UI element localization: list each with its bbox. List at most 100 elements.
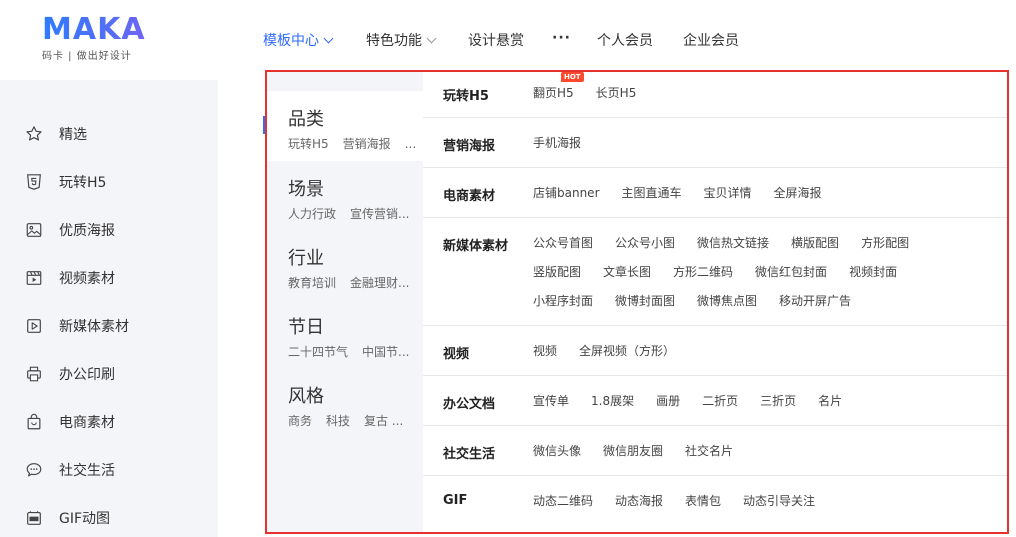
link-item[interactable]: 横版配图 xyxy=(791,234,839,251)
link-item[interactable]: 方形配图 xyxy=(861,234,909,251)
section-title: 电商素材 xyxy=(443,189,496,204)
category-style[interactable]: 风格 商务 科技 复古 ... xyxy=(267,368,423,438)
link-item[interactable]: 公众号首图 xyxy=(533,234,593,251)
category-subs: 教育培训 金融理财... xyxy=(288,274,423,291)
category-title: 节日 xyxy=(288,317,324,338)
link-item[interactable]: 微信头像 xyxy=(533,442,581,459)
category-scene[interactable]: 场景 人力行政 宣传营销... xyxy=(267,161,423,231)
shopping-bag-icon xyxy=(24,412,44,432)
link-item[interactable]: 微信朋友圈 xyxy=(603,442,663,459)
link-flip-h5[interactable]: HOT 翻页H5 xyxy=(533,72,584,101)
category-sub-link[interactable]: 商务 xyxy=(288,414,312,428)
link-item[interactable]: 三折页 xyxy=(760,392,796,409)
link-item[interactable]: 方形二维码 xyxy=(673,263,733,280)
section-h5: 玩转H5 HOT 翻页H5 长页H5 xyxy=(423,72,1007,118)
category-sub-link[interactable]: 玩转H5 xyxy=(288,137,329,151)
sidebar-item-gif[interactable]: GIF动图 xyxy=(24,506,110,530)
link-item[interactable]: 动态二维码 xyxy=(533,492,593,509)
link-mobile-poster[interactable]: 手机海报 xyxy=(533,134,581,151)
logo-tagline: 码卡 | 做出好设计 xyxy=(42,51,132,62)
link-item[interactable]: 文章长图 xyxy=(603,263,651,280)
category-sub-link[interactable]: 宣传营销... xyxy=(350,207,409,221)
link-item[interactable]: 竖版配图 xyxy=(533,263,581,280)
sidebar-item-poster[interactable]: 优质海报 xyxy=(24,218,115,242)
sidebar-item-label: 精选 xyxy=(59,127,87,143)
category-type[interactable]: 品类 玩转H5 营销海报... xyxy=(267,91,423,161)
nav-personal-vip[interactable]: 个人会员 xyxy=(597,30,653,50)
section-title: 社交生活 xyxy=(443,447,496,462)
link-item[interactable]: 微博焦点图 xyxy=(697,292,757,309)
section-links: 宣传单 1.8展架 画册 二折页 三折页 名片 xyxy=(533,392,997,421)
sidebar-item-label: 新媒体素材 xyxy=(59,319,129,335)
category-title: 风格 xyxy=(288,386,324,407)
section-title: GIF xyxy=(443,493,468,508)
nav-label: 模板中心 xyxy=(263,33,319,49)
image-icon xyxy=(24,220,44,240)
nav-more-button[interactable]: ··· xyxy=(552,30,571,46)
category-festival[interactable]: 节日 二十四节气 中国节... xyxy=(267,299,423,369)
sidebar-item-ecommerce[interactable]: 电商素材 xyxy=(24,410,115,434)
link-item[interactable]: 视频封面 xyxy=(849,263,897,280)
maka-logo[interactable]: MAKA 码卡 | 做出好设计 xyxy=(42,14,172,63)
link-main-image[interactable]: 主图直通车 xyxy=(622,184,682,201)
link-item[interactable]: 微信热文链接 xyxy=(697,234,769,251)
nav-enterprise-vip[interactable]: 企业会员 xyxy=(683,30,739,50)
sidebar-item-social[interactable]: 社交生活 xyxy=(24,458,115,482)
link-item[interactable]: 名片 xyxy=(818,392,842,409)
link-item[interactable]: 二折页 xyxy=(702,392,738,409)
link-item[interactable]: 宣传单 xyxy=(533,392,569,409)
link-item[interactable]: 移动开屏广告 xyxy=(779,292,851,309)
sidebar: 精选 玩转H5 优质海报 视频素材 新媒体素材 办公印刷 电商素材 社交生活 G… xyxy=(0,80,218,537)
link-item[interactable]: 1.8展架 xyxy=(591,392,634,409)
nav-features[interactable]: 特色功能 xyxy=(366,30,437,50)
section-gif: GIF 动态二维码 动态海报 表情包 动态引导关注 xyxy=(423,475,1007,532)
link-item[interactable]: 动态引导关注 xyxy=(743,492,815,509)
section-new-media: 新媒体素材 公众号首图 公众号小图 微信热文链接 横版配图 方形配图 竖版配图 文章长图 方… xyxy=(423,217,1007,326)
template-center-dropdown: 品类 玩转H5 营销海报... 场景 人力行政 宣传营销... 行业 教育培训 金融理… xyxy=(265,70,1009,534)
link-shop-banner[interactable]: 店铺banner xyxy=(533,184,600,201)
category-title: 场景 xyxy=(288,179,324,200)
category-sub-link[interactable]: 教育培训 xyxy=(288,276,336,290)
category-sub-link[interactable]: 二十四节气 xyxy=(288,345,348,359)
sidebar-item-video[interactable]: 视频素材 xyxy=(24,266,115,290)
link-item[interactable]: 表情包 xyxy=(685,492,721,509)
link-item[interactable]: 公众号小图 xyxy=(615,234,675,251)
link-item[interactable]: 视频 xyxy=(533,342,557,359)
category-sub-link[interactable]: 科技 xyxy=(326,414,350,428)
top-header: MAKA 码卡 | 做出好设计 模板中心 特色功能 设计悬赏 ··· 个人会员 … xyxy=(0,0,1016,80)
section-links: 微信头像 微信朋友圈 社交名片 xyxy=(533,442,997,471)
link-item[interactable]: 画册 xyxy=(656,392,680,409)
sidebar-item-office-print[interactable]: 办公印刷 xyxy=(24,362,115,386)
section-title: 办公文档 xyxy=(443,397,496,412)
link-item[interactable]: 微信红包封面 xyxy=(755,263,827,280)
link-item[interactable]: 全屏视频（方形） xyxy=(579,342,675,359)
link-item[interactable]: 小程序封面 xyxy=(533,292,593,309)
category-sub-link[interactable]: 营销海报 xyxy=(343,137,391,151)
nav-label: 企业会员 xyxy=(683,33,739,49)
category-sub-link[interactable]: 复古 ... xyxy=(364,414,403,428)
category-more[interactable]: ... xyxy=(405,137,416,151)
nav-template-center[interactable]: 模板中心 xyxy=(263,30,334,50)
category-subs: 玩转H5 营销海报... xyxy=(288,135,430,152)
link-fullscreen-poster[interactable]: 全屏海报 xyxy=(774,184,822,201)
sidebar-item-new-media[interactable]: 新媒体素材 xyxy=(24,314,129,338)
category-sub-link[interactable]: 人力行政 xyxy=(288,207,336,221)
section-title: 营销海报 xyxy=(443,139,496,154)
star-icon xyxy=(24,124,44,144)
link-item[interactable]: 微博封面图 xyxy=(615,292,675,309)
category-sub-link[interactable]: 中国节... xyxy=(362,345,409,359)
subcategory-panel: 玩转H5 HOT 翻页H5 长页H5 营销海报 手机海报 电商素材 店铺banner… xyxy=(423,72,1007,532)
nav-label: 特色功能 xyxy=(366,33,422,49)
link-item[interactable]: 社交名片 xyxy=(685,442,733,459)
nav-design-bounty[interactable]: 设计悬赏 xyxy=(468,30,524,50)
category-industry[interactable]: 行业 教育培训 金融理财... xyxy=(267,230,423,300)
link-product-detail[interactable]: 宝贝详情 xyxy=(704,184,752,201)
section-video: 视频 视频 全屏视频（方形） xyxy=(423,325,1007,376)
sidebar-item-featured[interactable]: 精选 xyxy=(24,122,87,146)
link-item[interactable]: 动态海报 xyxy=(615,492,663,509)
category-sub-link[interactable]: 金融理财... xyxy=(350,276,409,290)
link-long-h5[interactable]: 长页H5 xyxy=(596,84,637,101)
sidebar-item-h5[interactable]: 玩转H5 xyxy=(24,170,106,194)
category-title: 行业 xyxy=(288,248,324,269)
printer-icon xyxy=(24,364,44,384)
